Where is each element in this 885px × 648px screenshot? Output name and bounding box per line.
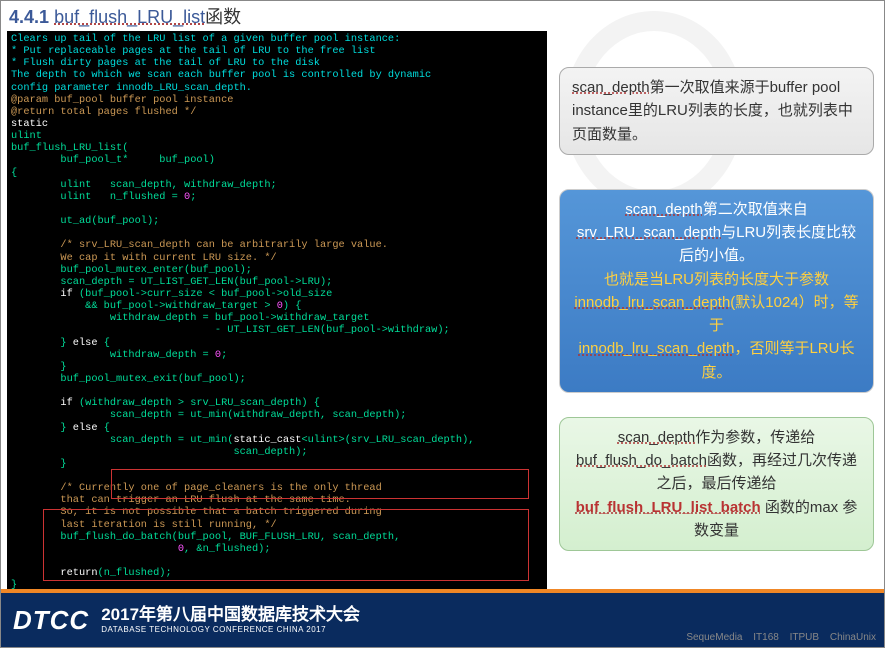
slide-title: 4.4.1 buf_flush_LRU_list函数 [1, 1, 884, 31]
code-line: { [11, 167, 543, 179]
comment-line: Clears up tail of the LRU list of a give… [11, 33, 543, 45]
code-line: buf_pool_t* buf_pool) [11, 154, 543, 166]
code-line: if (buf_pool->curr_size < buf_pool->old_… [11, 288, 543, 300]
code-line: scan_depth = ut_min(withdraw_depth, scan… [11, 409, 543, 421]
sponsor-row: SequeMedia IT168 ITPUB ChinaUnix [678, 632, 876, 643]
callout-yellow: 也就是当LRU列表的长度大于参数 [604, 271, 829, 288]
code-line: ulint n_flushed = 0; [11, 191, 543, 203]
code-line: withdraw_depth = buf_pool->withdraw_targ… [11, 312, 543, 324]
callout-blue: scan_depth第二次取值来自 srv_LRU_scan_depth与LRU… [559, 189, 874, 393]
code-line: buf_pool_mutex_enter(buf_pool); [11, 264, 543, 276]
code-line: scan_depth = ut_min(static_cast<ulint>(s… [11, 434, 543, 446]
comment-line: @param buf_pool buffer pool instance [11, 94, 543, 106]
callout-yellow: innodb_lru_scan_depth( [574, 294, 735, 311]
comment-line: /* srv_LRU_scan_depth can be arbitrarily… [11, 239, 543, 251]
sponsor-logo: IT168 [753, 632, 779, 643]
comment-line: config parameter innodb_LRU_scan_depth. [11, 82, 543, 94]
conference-subtitle: DATABASE TECHNOLOGY CONFERENCE CHINA 201… [101, 625, 360, 634]
callout-term: scan_depth [625, 201, 703, 218]
code-line: if (withdraw_depth > srv_LRU_scan_depth)… [11, 397, 543, 409]
code-line: ut_ad(buf_pool); [11, 215, 543, 227]
code-line: buf_flush_LRU_list( [11, 142, 543, 154]
slide-footer: DTCC 2017年第八届中国数据库技术大会 DATABASE TECHNOLO… [1, 589, 884, 647]
highlight-box-1 [111, 469, 529, 499]
callout-red-term: buf_flush_LRU_list_batch [576, 499, 761, 516]
code-line: buf_pool_mutex_exit(buf_pool); [11, 373, 543, 385]
highlight-box-2 [43, 509, 529, 581]
sponsor-logo: ChinaUnix [830, 632, 876, 643]
code-line: && buf_pool->withdraw_target > 0) { [11, 300, 543, 312]
code-line: ulint scan_depth, withdraw_depth; [11, 179, 543, 191]
code-line: ulint [11, 130, 543, 142]
comment-line: * Put replaceable pages at the tail of L… [11, 45, 543, 57]
callout-green: scan_depth作为参数，传递给buf_flush_do_batch函数，再… [559, 417, 874, 551]
code-line: scan_depth); [11, 446, 543, 458]
conference-title-block: 2017年第八届中国数据库技术大会 DATABASE TECHNOLOGY CO… [101, 606, 360, 634]
code-line: - UT_LIST_GET_LEN(buf_pool->withdraw); [11, 324, 543, 336]
callout-term: srv_LRU_scan_depth [577, 224, 721, 241]
callout-term: scan_depth [618, 429, 696, 446]
callout-grey: scan_depth第一次取值来源于buffer pool instance里的… [559, 67, 874, 155]
code-line: } [11, 361, 543, 373]
title-suffix: 函数 [205, 7, 241, 27]
comment-line: @return total pages flushed */ [11, 106, 543, 118]
conference-title: 2017年第八届中国数据库技术大会 [101, 606, 360, 625]
code-block: Clears up tail of the LRU list of a give… [7, 31, 547, 593]
comment-line: The depth to which we scan each buffer p… [11, 69, 543, 81]
sponsor-logo: SequeMedia [686, 632, 742, 643]
code-line: scan_depth = UT_LIST_GET_LEN(buf_pool->L… [11, 276, 543, 288]
callout-term: buf_flush_do_batch [576, 452, 707, 469]
callout-term: scan_depth [572, 79, 650, 96]
conference-logo: DTCC [13, 605, 89, 636]
callout-text: 第二次取值来自 [703, 201, 808, 218]
sponsor-logo: ITPUB [790, 632, 819, 643]
comment-line: * Flush dirty pages at the tail of LRU t… [11, 57, 543, 69]
code-line: static [11, 118, 543, 130]
callout-text: 作为参数，传递给 [695, 429, 815, 446]
section-number: 4.4.1 [9, 7, 49, 27]
code-line: } else { [11, 422, 543, 434]
comment-line: We cap it with current LRU size. */ [11, 252, 543, 264]
callout-yellow: innodb_lru_scan_depth [579, 340, 735, 357]
code-line: } else { [11, 337, 543, 349]
function-name: buf_flush_LRU_list [54, 7, 205, 27]
callouts-column: scan_depth第一次取值来源于buffer pool instance里的… [559, 31, 874, 593]
code-line: withdraw_depth = 0; [11, 349, 543, 361]
